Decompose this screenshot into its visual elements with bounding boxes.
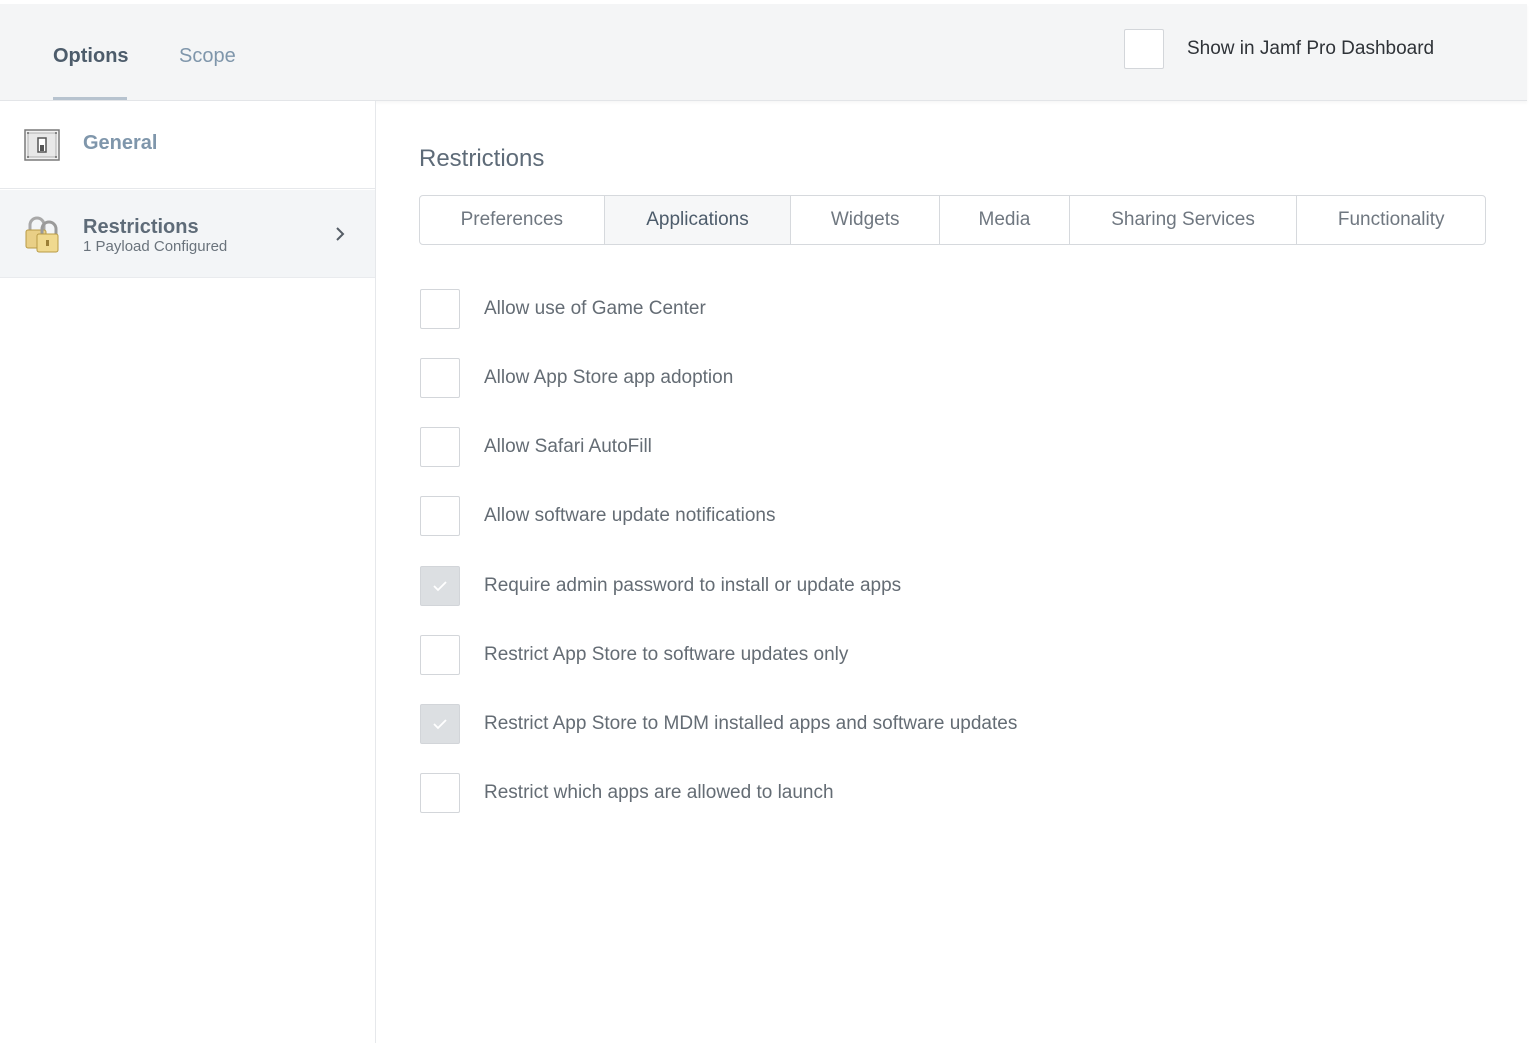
option-software-update-notifications[interactable]: Allow software update notifications <box>420 496 776 536</box>
checkmark-icon <box>433 581 447 592</box>
tab-preferences[interactable]: Preferences <box>420 196 605 244</box>
option-restrict-mdm-apps[interactable]: Restrict App Store to MDM installed apps… <box>420 704 1017 744</box>
option-label: Restrict App Store to MDM installed apps… <box>484 713 1018 734</box>
dashboard-label: Show in Jamf Pro Dashboard <box>1187 38 1435 59</box>
dashboard-checkbox[interactable] <box>1124 29 1164 69</box>
sidebar-item-label: General <box>83 132 158 154</box>
sidebar-item-label: Restrictions <box>83 216 199 238</box>
option-restrict-app-launch[interactable]: Restrict which apps are allowed to launc… <box>420 773 834 813</box>
tab-scope[interactable]: Scope <box>179 4 239 100</box>
option-restrict-updates-only[interactable]: Restrict App Store to software updates o… <box>420 635 848 675</box>
option-label: Allow App Store app adoption <box>484 367 734 388</box>
option-safari-autofill[interactable]: Allow Safari AutoFill <box>420 427 652 467</box>
option-label: Allow software update notifications <box>484 505 776 526</box>
checkbox[interactable] <box>420 427 460 467</box>
checkbox[interactable] <box>420 773 460 813</box>
checkbox[interactable] <box>420 289 460 329</box>
option-label: Allow Safari AutoFill <box>484 436 652 457</box>
option-label: Require admin password to install or upd… <box>484 575 902 596</box>
tab-functionality[interactable]: Functionality <box>1297 196 1485 244</box>
sidebar-item-general[interactable]: General <box>0 101 375 189</box>
checkbox-checked[interactable] <box>420 704 460 744</box>
dashboard-toggle[interactable]: Show in Jamf Pro Dashboard <box>1124 29 1434 69</box>
option-label: Allow use of Game Center <box>484 298 706 319</box>
tab-applications[interactable]: Applications <box>604 196 792 244</box>
option-label: Restrict which apps are allowed to launc… <box>484 782 834 803</box>
tab-sharing-services[interactable]: Sharing Services <box>1070 196 1298 244</box>
tab-media[interactable]: Media <box>940 196 1070 244</box>
option-app-store-adoption[interactable]: Allow App Store app adoption <box>420 358 733 398</box>
padlock-icon <box>25 216 59 253</box>
sidebar-item-subtitle: 1 Payload Configured <box>83 238 228 255</box>
subtab-bar: Preferences Applications Widgets Media S… <box>419 195 1486 245</box>
page-title: Restrictions <box>419 145 545 172</box>
switch-icon <box>24 129 60 161</box>
checkbox[interactable] <box>420 496 460 536</box>
checkbox-checked[interactable] <box>420 566 460 606</box>
sidebar: General Restrictions 1 Payload Configure… <box>0 101 376 1043</box>
option-game-center[interactable]: Allow use of Game Center <box>420 289 706 329</box>
header-bar: Options Scope Show in Jamf Pro Dashboard <box>0 4 1527 101</box>
chevron-right-icon <box>336 227 345 241</box>
tab-options[interactable]: Options <box>53 4 129 100</box>
checkbox[interactable] <box>420 635 460 675</box>
checkmark-icon <box>433 719 447 730</box>
option-require-admin-password[interactable]: Require admin password to install or upd… <box>420 566 901 606</box>
option-label: Restrict App Store to software updates o… <box>484 644 849 665</box>
sidebar-item-restrictions[interactable]: Restrictions 1 Payload Configured <box>0 190 375 278</box>
tab-widgets[interactable]: Widgets <box>791 196 941 244</box>
checkbox[interactable] <box>420 358 460 398</box>
